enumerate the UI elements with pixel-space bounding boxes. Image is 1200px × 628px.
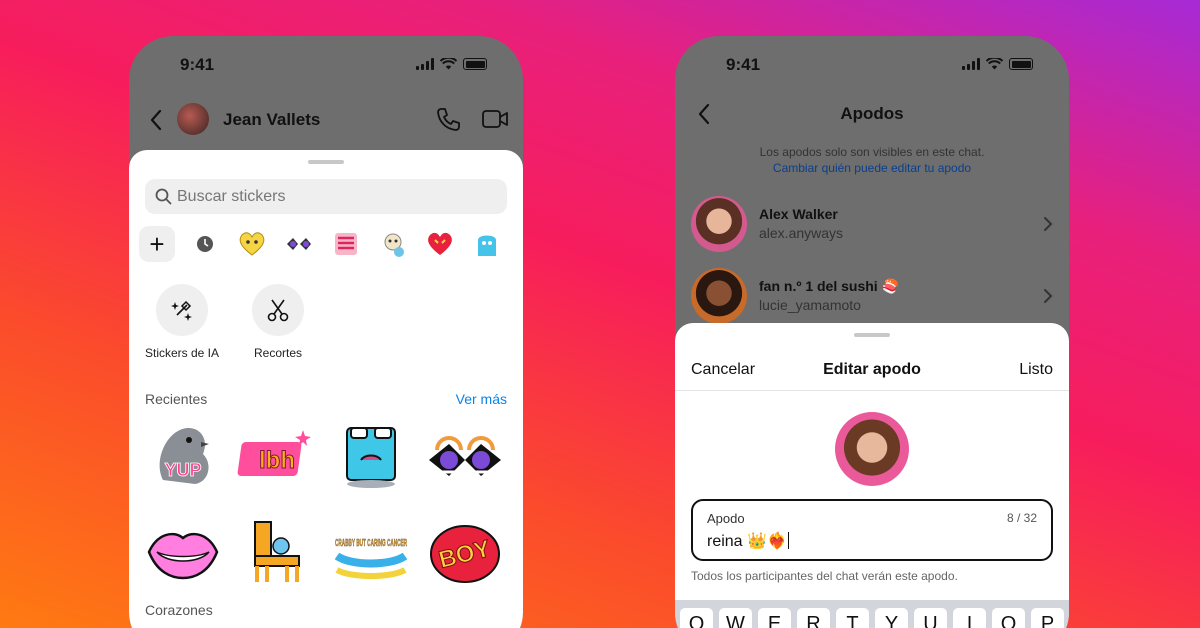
cutouts-button[interactable]: Recortes [233,284,323,360]
pack-blue-creature-icon[interactable] [469,226,505,262]
status-bar: 9:41 [129,36,523,94]
nickname-field[interactable]: Apodo 8 / 32 reina 👑❤️‍🔥 [691,499,1053,561]
sticker-yup-pigeon[interactable]: YUP [143,420,223,492]
signal-icon [962,58,980,70]
contact-avatar[interactable] [177,103,209,135]
sticker-picker-phone: 9:41 Jean Vallets Buscar stickers + Stic… [129,36,523,628]
keyboard: QWERTYUIOP [675,600,1069,628]
sticker-yup-text: YUP [164,460,201,480]
cutouts-label: Recortes [253,346,303,360]
sticker-crabby[interactable]: CRABBY BUT CARING CANCER [331,516,411,588]
key-q[interactable]: Q [680,608,713,628]
key-i[interactable]: I [953,608,986,628]
sheet-grabber[interactable] [308,160,344,164]
contact-nickname: Alex Walker [759,206,838,222]
recent-section-title: Recientes [145,391,208,407]
page-title: Apodos [840,104,904,123]
contact-row[interactable]: Alex Walker alex.anyways [691,196,1053,254]
pack-character-icon[interactable] [375,226,411,262]
signal-icon [416,58,434,70]
nickname-text: reina 👑❤️‍🔥 [707,533,787,550]
battery-icon [463,58,487,70]
status-time: 9:41 [180,55,215,74]
chevron-right-icon [1044,289,1053,303]
key-u[interactable]: U [914,608,947,628]
wifi-icon [986,58,1003,70]
key-t[interactable]: T [836,608,869,628]
sticker-eyes[interactable] [425,420,505,492]
nickname-value[interactable]: reina 👑❤️‍🔥 [707,531,790,551]
ai-stickers-label: Stickers de IA [144,346,220,360]
key-r[interactable]: R [797,608,830,628]
pack-pink-text-icon[interactable] [328,226,364,262]
search-icon [155,188,172,205]
pack-eyes-icon[interactable] [281,226,317,262]
phone-call-icon[interactable] [435,106,461,132]
contact-avatar [691,196,747,252]
hearts-section-title: Corazones [145,602,213,618]
sticker-crabby-text: CRABBY BUT CARING CANCER [335,538,407,549]
wifi-icon [440,58,457,70]
done-button[interactable]: Listo [1019,361,1053,379]
chat-header: Jean Vallets [129,94,523,150]
key-w[interactable]: W [719,608,752,628]
ai-stickers-button[interactable]: Stickers de IA [137,284,227,360]
key-e[interactable]: E [758,608,791,628]
recent-sticker-grid: YUP lbh CRABBY BUT CARING CANCER BOY [143,420,513,588]
sticker-boy[interactable]: BOY [425,516,505,588]
sticker-search-input[interactable]: Buscar stickers [145,179,507,214]
text-cursor [787,532,790,549]
change-editor-link[interactable]: Cambiar quién puede editar tu apodo [675,160,1069,176]
character-count: 8 / 32 [1006,511,1037,525]
sticker-chair[interactable] [237,516,317,588]
sticker-melting-face[interactable] [331,420,411,492]
recent-clock-icon[interactable] [187,226,223,262]
key-p[interactable]: P [1031,608,1064,628]
sheet-title: Editar apodo [823,361,921,378]
sticker-lips[interactable] [143,516,223,588]
user-avatar [835,412,909,486]
status-time: 9:41 [726,55,761,74]
key-y[interactable]: Y [875,608,908,628]
key-o[interactable]: O [992,608,1025,628]
edit-nickname-sheet: Cancelar Editar apodo Listo Apodo 8 / 32… [675,323,1069,628]
nickname-hint: Todos los participantes del chat verán e… [691,569,958,583]
contact-nickname: fan n.º 1 del sushi 🍣 [759,278,900,294]
see-more-link[interactable]: Ver más [456,391,507,407]
ai-sparkle-icon [156,284,208,336]
sticker-sheet: Buscar stickers + Stickers de IA Recorte… [129,150,523,628]
search-placeholder: Buscar stickers [177,188,286,205]
battery-icon [1009,58,1033,70]
nickname-visibility-note: Los apodos solo son visibles en este cha… [675,144,1069,176]
pack-red-heart-icon[interactable] [422,226,458,262]
contact-username: alex.anyways [759,225,844,241]
chevron-right-icon [1044,217,1053,231]
keyboard-row: QWERTYUIOP [680,608,1064,628]
divider [675,390,1069,391]
contact-avatar [691,268,747,324]
sticker-pack-tray: + [139,226,519,262]
status-bar: 9:41 [675,36,1069,94]
note-text: Los apodos solo son visibles en este cha… [759,145,985,159]
nicknames-phone: 9:41 Apodos Los apodos solo son visibles… [675,36,1069,628]
contact-name[interactable]: Jean Vallets [223,110,320,130]
contact-row[interactable]: fan n.º 1 del sushi 🍣 lucie_yamamoto [691,268,1053,326]
sticker-lbh-text: lbh [259,447,295,474]
video-call-icon[interactable] [481,106,509,132]
pack-heart-face-icon[interactable] [234,226,270,262]
nickname-field-label: Apodo [707,511,745,526]
back-chevron-icon[interactable] [149,108,163,132]
scissors-icon [252,284,304,336]
sheet-grabber[interactable] [854,333,890,337]
contact-username: lucie_yamamoto [759,297,861,313]
sticker-lbh[interactable]: lbh [237,420,317,492]
add-pack-button[interactable]: + [139,226,175,262]
